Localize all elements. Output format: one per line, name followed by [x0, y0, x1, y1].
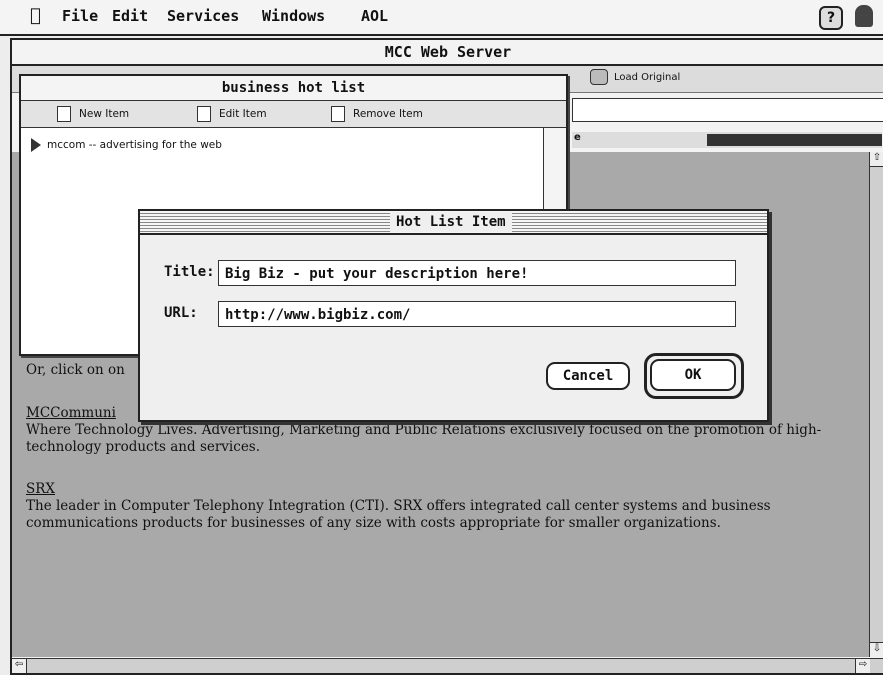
menu-aol[interactable]: AOL — [361, 7, 388, 25]
load-original-button[interactable]: Load Original — [590, 69, 680, 87]
srx-link[interactable]: SRX — [26, 481, 55, 497]
hotlist-item-dialog: Hot List Item Title: Big Biz - put your … — [138, 209, 769, 422]
menu-windows[interactable]: Windows — [262, 7, 325, 25]
intro-text: Or, click on on — [26, 362, 125, 378]
list-item[interactable]: mccom -- advertising for the web — [31, 138, 222, 152]
dialog-titlebar[interactable]: Hot List Item — [140, 211, 767, 235]
horizontal-scrollbar[interactable]: ⇦ ⇨ — [12, 658, 883, 673]
dialog-title: Hot List Item — [390, 212, 512, 232]
menu-bar:  File Edit Services Windows AOL ? — [0, 0, 883, 36]
cancel-button[interactable]: Cancel — [546, 362, 630, 390]
load-original-label: Load Original — [614, 72, 681, 83]
scroll-down-arrow-icon[interactable]: ⇩ — [870, 642, 883, 657]
hotlist-toolbar: New Item Edit Item Remove Item — [21, 101, 566, 128]
mccommuni-description: Where Technology Lives. Advertising, Mar… — [26, 422, 822, 455]
menu-services[interactable]: Services — [167, 7, 239, 25]
pencil-icon — [197, 106, 211, 122]
scroll-up-arrow-icon[interactable]: ⇧ — [870, 152, 883, 167]
load-original-icon — [590, 69, 608, 85]
trash-icon — [331, 106, 345, 122]
url-input[interactable]: http://www.bigbiz.com/ — [218, 301, 736, 327]
menu-edit[interactable]: Edit — [112, 7, 148, 25]
new-item-icon — [57, 106, 71, 122]
remove-item-label: Remove Item — [353, 108, 423, 120]
menu-file[interactable]: File — [62, 7, 98, 25]
edit-item-button[interactable]: Edit Item — [197, 105, 267, 123]
mccommuni-link[interactable]: MCCommuni — [26, 405, 116, 421]
help-icon[interactable]: ? — [819, 6, 843, 30]
list-item-label: mccom -- advertising for the web — [47, 139, 222, 151]
hotlist-title[interactable]: business hot list — [21, 76, 566, 101]
remove-item-button[interactable]: Remove Item — [331, 105, 423, 123]
stripe-text: e — [574, 132, 581, 143]
ok-button[interactable]: OK — [650, 359, 736, 391]
scroll-right-arrow-icon[interactable]: ⇨ — [855, 659, 870, 673]
title-field[interactable]: Big Biz - put your description here! — [218, 260, 736, 286]
vertical-scrollbar[interactable]: ⇧ ⇩ — [869, 152, 883, 657]
title-label: Title: — [164, 264, 215, 280]
bookmark-arrow-icon — [31, 138, 41, 152]
new-item-label: New Item — [79, 108, 130, 120]
application-menu-icon[interactable] — [855, 5, 873, 27]
new-item-button[interactable]: New Item — [57, 105, 129, 123]
url-field[interactable] — [572, 98, 883, 122]
edit-item-label: Edit Item — [219, 108, 267, 120]
srx-description: The leader in Computer Telephony Integra… — [26, 498, 771, 531]
url-label: URL: — [164, 305, 198, 321]
scroll-left-arrow-icon[interactable]: ⇦ — [12, 659, 27, 673]
apple-menu-icon[interactable]:  — [30, 5, 41, 26]
ok-button-default-ring: OK — [644, 353, 744, 399]
status-stripe: e — [572, 132, 882, 148]
window-title[interactable]: MCC Web Server — [12, 40, 883, 66]
progress-bar — [707, 134, 882, 146]
